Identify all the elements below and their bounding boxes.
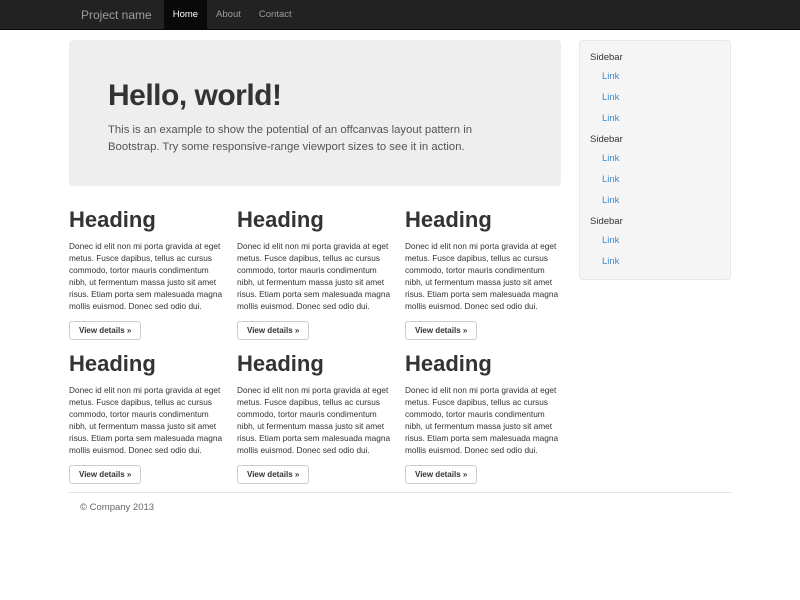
main-column: Hello, world! This is an example to show… [69,40,561,484]
view-details-button[interactable]: View details » [237,321,309,340]
card-heading: Heading [69,352,225,375]
content-card: Heading Donec id elit non mi porta gravi… [69,196,225,340]
card-body: Donec id elit non mi porta gravida at eg… [237,384,393,456]
jumbotron-text: This is an example to show the potential… [108,122,522,156]
view-details-button[interactable]: View details » [405,465,477,484]
card-heading: Heading [405,352,561,375]
sidebar-group-title: Sidebar [590,215,720,228]
content-card: Heading Donec id elit non mi porta gravi… [237,340,393,484]
sidebar-link[interactable]: Link [590,251,720,272]
sidebar-link[interactable]: Link [590,108,720,129]
card-body: Donec id elit non mi porta gravida at eg… [69,384,225,456]
content-card: Heading Donec id elit non mi porta gravi… [405,340,561,484]
view-details-button[interactable]: View details » [69,321,141,340]
nav-item-about: About [207,0,250,30]
footer: © Company 2013 [69,492,731,513]
navbar: Project name Home About Contact [0,0,800,30]
sidebar-link[interactable]: Link [590,169,720,190]
nav-item-home: Home [164,0,207,30]
content-card: Heading Donec id elit non mi porta gravi… [69,340,225,484]
page-container: Hello, world! This is an example to show… [69,40,731,513]
navbar-container: Project name Home About Contact [69,0,731,30]
view-details-button[interactable]: View details » [237,465,309,484]
sidebar-link[interactable]: Link [590,87,720,108]
card-body: Donec id elit non mi porta gravida at eg… [237,240,393,312]
card-heading: Heading [405,208,561,231]
content-row: Hello, world! This is an example to show… [69,40,731,484]
sidebar-link[interactable]: Link [590,230,720,251]
content-card: Heading Donec id elit non mi porta gravi… [405,196,561,340]
nav-link-about[interactable]: About [207,0,250,30]
view-details-button[interactable]: View details » [69,465,141,484]
navbar-menu: Home About Contact [164,0,301,30]
nav-link-contact[interactable]: Contact [250,0,301,30]
nav-item-contact: Contact [250,0,301,30]
content-card: Heading Donec id elit non mi porta gravi… [237,196,393,340]
sidebar-group-title: Sidebar [590,51,720,64]
sidebar-group-title: Sidebar [590,133,720,146]
view-details-button[interactable]: View details » [405,321,477,340]
navbar-brand[interactable]: Project name [69,0,164,30]
card-heading: Heading [69,208,225,231]
sidebar-link[interactable]: Link [590,190,720,211]
sidebar: Sidebar Link Link Link Sidebar Link Link… [579,40,731,280]
cards-row-2: Heading Donec id elit non mi porta gravi… [69,340,561,484]
card-heading: Heading [237,352,393,375]
sidebar-group-2: Sidebar Link Link Link [590,133,720,211]
card-heading: Heading [237,208,393,231]
sidebar-link[interactable]: Link [590,148,720,169]
sidebar-group-1: Sidebar Link Link Link [590,51,720,129]
cards-row-1: Heading Donec id elit non mi porta gravi… [69,196,561,340]
sidebar-group-3: Sidebar Link Link [590,215,720,272]
card-body: Donec id elit non mi porta gravida at eg… [405,384,561,456]
card-body: Donec id elit non mi porta gravida at eg… [69,240,225,312]
sidebar-link[interactable]: Link [590,66,720,87]
jumbotron-title: Hello, world! [108,80,522,112]
jumbotron: Hello, world! This is an example to show… [69,40,561,186]
copyright-text: © Company 2013 [80,502,731,513]
nav-link-home[interactable]: Home [164,0,207,30]
card-body: Donec id elit non mi porta gravida at eg… [405,240,561,312]
